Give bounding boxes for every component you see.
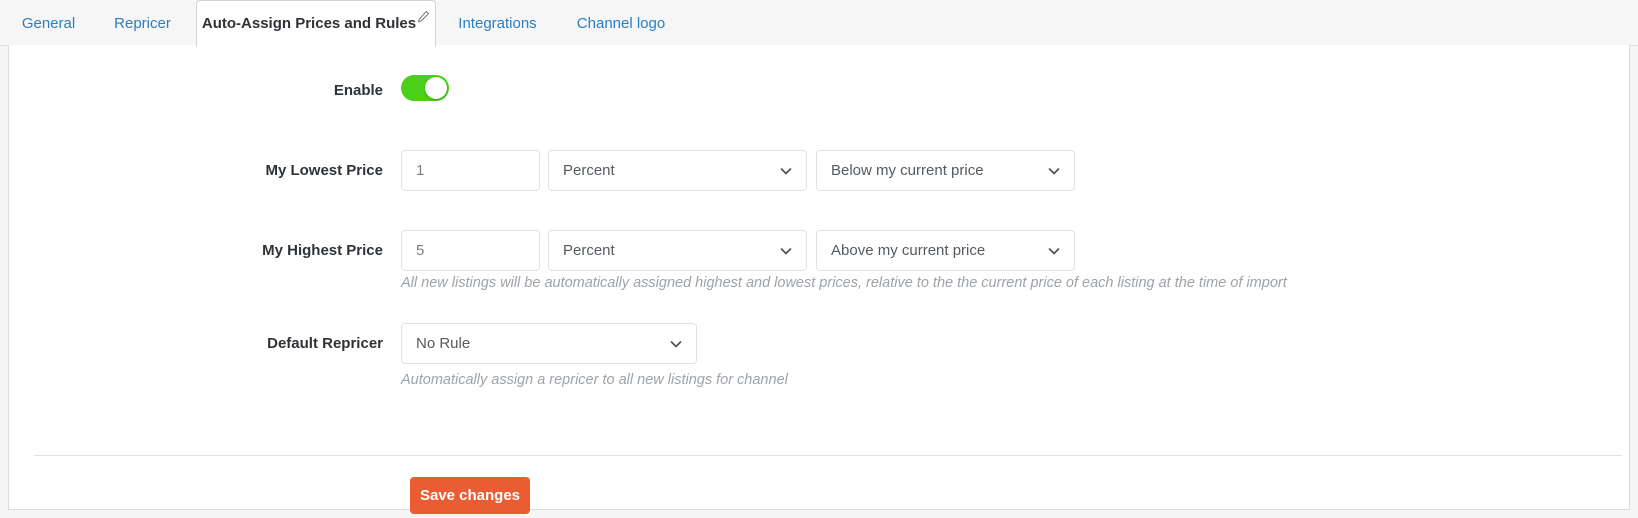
chevron-down-icon xyxy=(1047,244,1061,258)
tab-bar: General Repricer Auto-Assign Prices and … xyxy=(0,0,1638,47)
tab-auto-assign-label: Auto-Assign Prices and Rules xyxy=(201,15,417,32)
chevron-down-icon xyxy=(779,164,793,178)
settings-page: General Repricer Auto-Assign Prices and … xyxy=(0,0,1638,518)
highest-price-amount-input[interactable]: 5 xyxy=(401,230,540,271)
highest-price-amount-value: 5 xyxy=(416,242,425,259)
lowest-price-unit-value: Percent xyxy=(563,162,615,179)
highest-price-unit-value: Percent xyxy=(563,242,615,259)
default-repricer-value: No Rule xyxy=(416,335,471,352)
lowest-price-amount-input[interactable]: 1 xyxy=(401,150,540,191)
tab-general[interactable]: General xyxy=(8,0,89,46)
highest-price-label: My Highest Price xyxy=(262,242,383,259)
tab-channel-logo-label: Channel logo xyxy=(576,14,666,32)
enable-row: Enable xyxy=(9,75,481,101)
lowest-price-row: My Lowest Price 1 Percent Below my curre… xyxy=(9,150,1075,191)
lowest-price-unit-select[interactable]: Percent xyxy=(548,150,807,191)
tab-channel-logo[interactable]: Channel logo xyxy=(561,0,681,46)
tab-repricer[interactable]: Repricer xyxy=(97,0,188,46)
tab-auto-assign-prices-and-rules[interactable]: Auto-Assign Prices and Rules xyxy=(196,0,436,47)
default-repricer-label: Default Repricer xyxy=(267,335,383,352)
lowest-price-direction-value: Below my current price xyxy=(831,162,984,179)
enable-toggle-knob xyxy=(425,77,447,99)
highest-price-row: My Highest Price 5 Percent Above my curr… xyxy=(9,230,1075,271)
save-changes-button[interactable]: Save changes xyxy=(410,477,530,514)
highest-price-unit-select[interactable]: Percent xyxy=(548,230,807,271)
prices-helper-text: All new listings will be automatically a… xyxy=(401,275,1287,291)
chevron-down-icon xyxy=(669,337,683,351)
chevron-down-icon xyxy=(1047,164,1061,178)
tab-repricer-label: Repricer xyxy=(114,14,171,32)
tab-integrations[interactable]: Integrations xyxy=(444,0,551,46)
chevron-down-icon xyxy=(779,244,793,258)
settings-panel: Enable My Lowest Price 1 Percent Below m… xyxy=(8,45,1630,514)
default-repricer-select[interactable]: No Rule xyxy=(401,323,697,364)
tab-integrations-label: Integrations xyxy=(458,14,537,32)
section-divider xyxy=(34,455,1622,456)
default-repricer-helper-text: Automatically assign a repricer to all n… xyxy=(401,372,788,388)
enable-toggle[interactable] xyxy=(401,75,449,101)
lowest-price-amount-value: 1 xyxy=(416,162,425,179)
default-repricer-row: Default Repricer No Rule xyxy=(9,323,697,364)
enable-label: Enable xyxy=(333,82,383,99)
lowest-price-label: My Lowest Price xyxy=(265,162,383,179)
pencil-icon[interactable] xyxy=(417,10,430,23)
tab-general-label: General xyxy=(21,14,76,32)
highest-price-direction-select[interactable]: Above my current price xyxy=(816,230,1075,271)
lowest-price-direction-select[interactable]: Below my current price xyxy=(816,150,1075,191)
highest-price-direction-value: Above my current price xyxy=(831,242,986,259)
